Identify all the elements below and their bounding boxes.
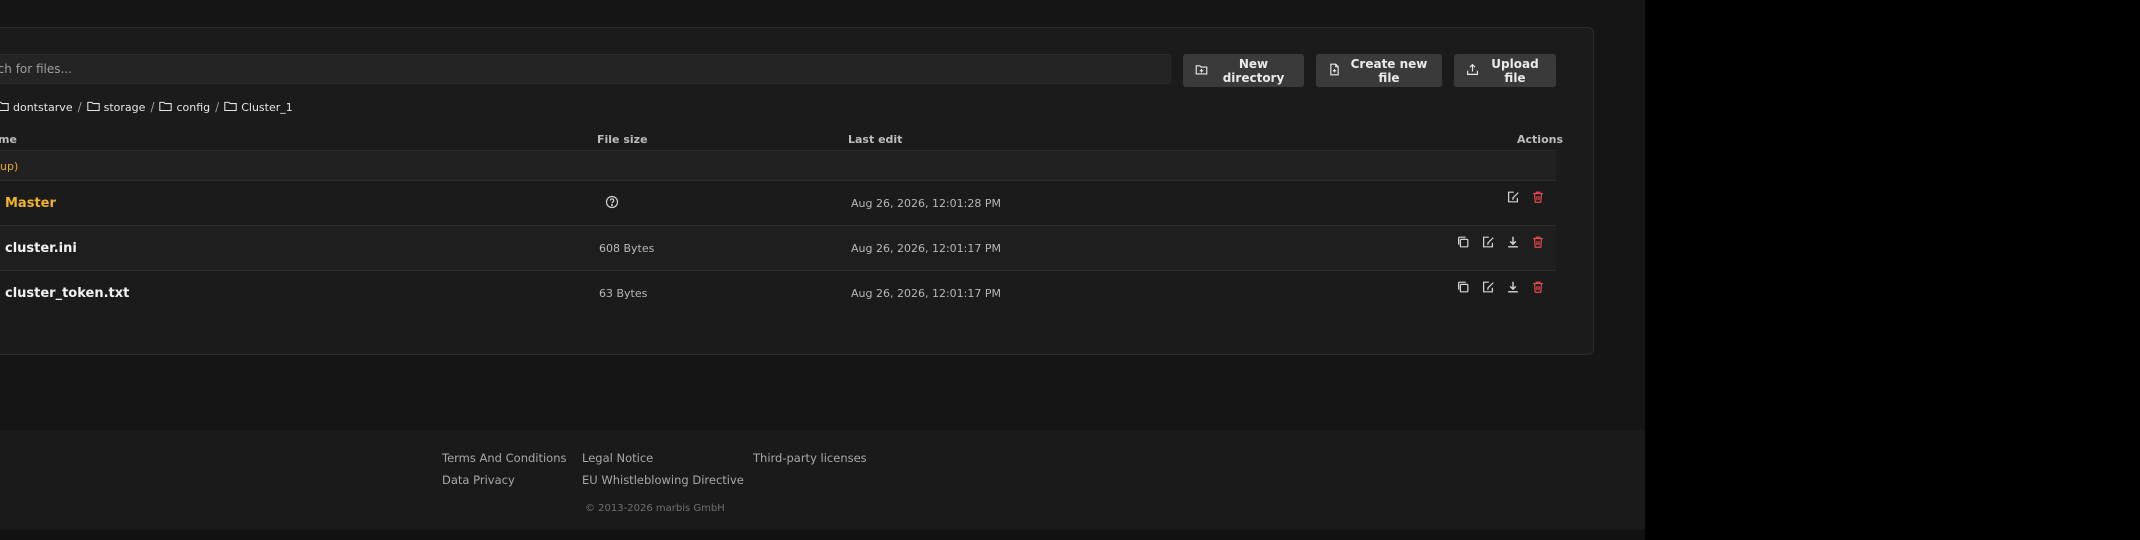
breadcrumb-separator: / <box>77 100 82 114</box>
breadcrumb-item-config[interactable]: config <box>159 100 210 115</box>
trash-icon[interactable] <box>1531 235 1545 249</box>
copy-icon[interactable] <box>1456 235 1470 249</box>
table-row[interactable]: cluster.ini 608 Bytes Aug 26, 2026, 12:0… <box>0 226 1556 271</box>
column-header-actions: Actions <box>1517 133 1563 146</box>
rename-icon[interactable] <box>1481 280 1495 294</box>
column-header-name[interactable]: me <box>0 133 17 146</box>
column-header-last-edit[interactable]: Last edit <box>848 133 902 146</box>
download-icon[interactable] <box>1506 235 1520 249</box>
rename-icon[interactable] <box>1481 235 1495 249</box>
file-size: 608 Bytes <box>599 242 655 255</box>
parent-directory-row[interactable]: up) <box>0 151 1556 181</box>
file-size: 63 Bytes <box>599 287 648 300</box>
table-row[interactable]: Master Aug 26, 2026, 12:01:28 PM <box>0 181 1556 226</box>
last-edit: Aug 26, 2026, 12:01:17 PM <box>851 287 1001 300</box>
trash-icon[interactable] <box>1531 280 1545 294</box>
file-name-cluster-token[interactable]: cluster_token.txt <box>5 286 129 301</box>
copyright: © 2013-2026 marbis GmbH <box>585 503 725 514</box>
footer-link-third-party[interactable]: Third-party licenses <box>753 451 867 465</box>
trash-icon[interactable] <box>1531 190 1545 204</box>
footer-link-terms[interactable]: Terms And Conditions <box>442 451 567 465</box>
upload-file-button[interactable]: Upload file <box>1454 54 1556 87</box>
create-new-file-button[interactable]: Create new file <box>1316 54 1442 87</box>
main-content: New directory Create new file Upload fil… <box>0 0 1645 430</box>
upload-file-label: Upload file <box>1491 56 1539 85</box>
column-header-file-size[interactable]: File size <box>597 133 648 146</box>
breadcrumb-item-storage[interactable]: storage <box>86 100 146 115</box>
rename-icon[interactable] <box>1506 190 1520 204</box>
new-directory-label: New directory <box>1222 56 1285 85</box>
upload-icon <box>1466 63 1479 79</box>
folder-icon <box>86 100 100 115</box>
file-name-master[interactable]: Master <box>5 196 56 211</box>
footer-link-legal[interactable]: Legal Notice <box>582 451 653 465</box>
table-row[interactable]: cluster_token.txt 63 Bytes Aug 26, 2026,… <box>0 271 1556 316</box>
breadcrumb-item-dontstarve[interactable]: dontstarve <box>0 100 73 115</box>
file-plus-icon <box>1328 63 1341 79</box>
bottom-strip <box>0 530 1645 540</box>
folder-icon <box>159 100 173 115</box>
download-icon[interactable] <box>1506 280 1520 294</box>
folder-plus-icon <box>1195 63 1208 79</box>
last-edit: Aug 26, 2026, 12:01:17 PM <box>851 242 1001 255</box>
breadcrumb-label: config <box>176 100 211 114</box>
breadcrumb-separator: / <box>150 100 155 114</box>
help-circle-icon <box>605 195 619 209</box>
last-edit: Aug 26, 2026, 12:01:28 PM <box>851 197 1001 210</box>
copy-icon[interactable] <box>1456 280 1470 294</box>
create-new-file-label: Create new file <box>1350 56 1428 85</box>
breadcrumb-item-cluster-1[interactable]: Cluster_1 <box>224 100 293 115</box>
breadcrumb: dontstarve / storage / config / Cluster_… <box>0 100 293 114</box>
file-name-cluster-ini[interactable]: cluster.ini <box>5 241 77 256</box>
breadcrumb-label: dontstarve <box>13 100 73 114</box>
breadcrumb-label: storage <box>103 100 146 114</box>
footer-link-whistleblowing[interactable]: EU Whistleblowing Directive <box>582 473 744 487</box>
breadcrumb-label: Cluster_1 <box>241 100 293 114</box>
app-window: New directory Create new file Upload fil… <box>0 0 1645 540</box>
parent-directory-label: up) <box>0 160 19 173</box>
folder-icon <box>0 100 9 115</box>
footer-link-privacy[interactable]: Data Privacy <box>442 473 515 487</box>
breadcrumb-separator: / <box>215 100 220 114</box>
new-directory-button[interactable]: New directory <box>1183 54 1304 87</box>
search-input[interactable] <box>0 54 1171 84</box>
folder-icon <box>224 100 237 115</box>
footer: Terms And Conditions Data Privacy Legal … <box>0 430 1645 530</box>
